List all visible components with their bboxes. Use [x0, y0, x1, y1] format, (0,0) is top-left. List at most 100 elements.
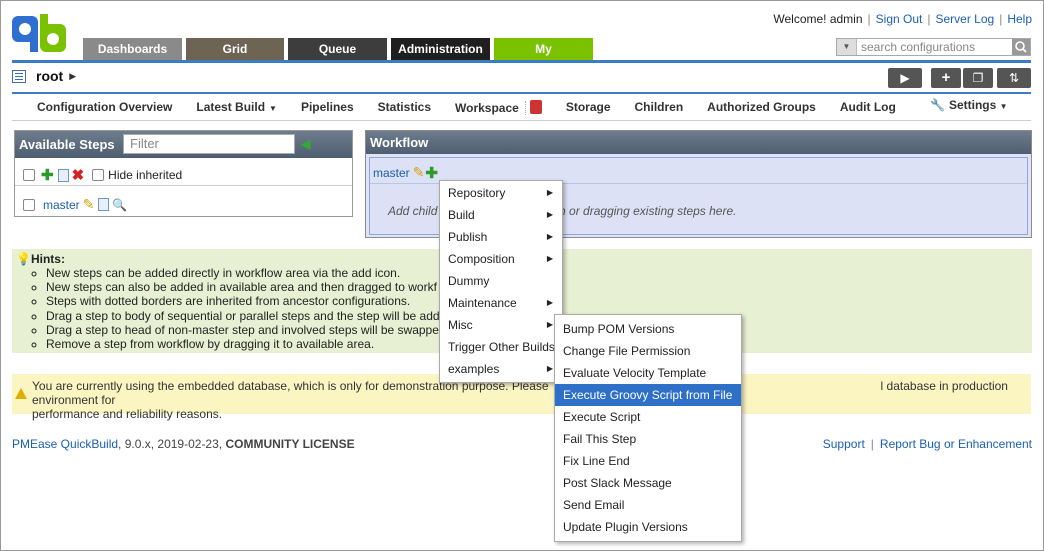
- select-all-checkbox[interactable]: [23, 169, 35, 181]
- menu-item-bump-pom-versions[interactable]: Bump POM Versions: [555, 318, 741, 340]
- search-icon: [1015, 41, 1027, 53]
- copy-icon: ❐: [972, 71, 984, 85]
- menu-item-dummy[interactable]: Dummy: [440, 270, 562, 292]
- list-item: master ✎ 🔍: [15, 186, 352, 216]
- menu-item-execute-script[interactable]: Execute Script: [555, 406, 741, 428]
- menu-item-fix-line-end[interactable]: Fix Line End: [555, 450, 741, 472]
- filter-input[interactable]: Filter: [123, 134, 295, 154]
- menu-item-post-slack-message[interactable]: Post Slack Message: [555, 472, 741, 494]
- header-divider: [12, 60, 1031, 63]
- edit-icon[interactable]: ✎: [83, 196, 95, 213]
- hide-inherited-checkbox[interactable]: [92, 169, 105, 181]
- workflow-hint-start: Add child: [388, 204, 438, 218]
- search-icon[interactable]: 🔍: [112, 198, 127, 212]
- divider: [524, 100, 526, 115]
- search-input[interactable]: search configurations: [861, 40, 975, 54]
- menu-item-maintenance[interactable]: Maintenance ▶: [440, 292, 562, 314]
- tab-grid[interactable]: Grid: [186, 38, 284, 60]
- welcome-text: Welcome! admin: [773, 12, 863, 26]
- menu-item-change-file-permission[interactable]: Change File Permission: [555, 340, 741, 362]
- brand-link[interactable]: PMEase QuickBuild: [12, 437, 118, 451]
- menu-item-build[interactable]: Build ▶: [440, 204, 562, 226]
- chevron-down-icon: ▼: [999, 102, 1008, 111]
- chevron-down-icon: ▼: [269, 104, 277, 113]
- nav-workspace-label: Workspace: [455, 100, 519, 115]
- search-button[interactable]: [1012, 39, 1030, 55]
- chevron-right-icon: ▶: [546, 210, 553, 219]
- workspace-lock-icon[interactable]: [529, 99, 542, 114]
- edit-icon[interactable]: ✎: [413, 164, 425, 181]
- available-steps-panel: Available Steps Filter ◀ ✚ ✖ Hide inheri…: [14, 130, 353, 217]
- nav-storage[interactable]: Storage: [554, 100, 623, 114]
- breadcrumb: root ▶: [12, 66, 76, 86]
- quickbuild-logo[interactable]: [12, 14, 68, 54]
- chevron-right-icon: ▶: [546, 232, 553, 241]
- chevron-right-icon: ▶: [546, 298, 553, 307]
- user-links: Welcome! admin | Sign Out | Server Log | Help: [773, 12, 1032, 26]
- menu-item-send-email[interactable]: Send Email: [555, 494, 741, 516]
- tab-queue[interactable]: Queue: [288, 38, 387, 60]
- nav-configuration-overview[interactable]: Configuration Overview: [12, 100, 184, 114]
- wrench-icon: 🔧: [930, 98, 945, 112]
- footer-info: PMEase QuickBuild, 9.0.x, 2019-02-23, CO…: [12, 437, 355, 451]
- warning-icon: [15, 388, 27, 399]
- configuration-icon: [12, 69, 26, 83]
- server-log-link[interactable]: Server Log: [935, 12, 994, 26]
- nav-authorized-groups[interactable]: Authorized Groups: [695, 100, 828, 114]
- chevron-right-icon[interactable]: ▶: [69, 71, 76, 82]
- menu-item-examples[interactable]: examples ▶: [440, 358, 562, 380]
- help-link[interactable]: Help: [1007, 12, 1032, 26]
- warning-text-2: performance and reliability reasons.: [32, 407, 223, 421]
- tab-my[interactable]: My: [494, 38, 593, 60]
- workflow-step-link[interactable]: master: [373, 166, 410, 180]
- support-link[interactable]: Support: [823, 437, 865, 451]
- tab-administration[interactable]: Administration: [391, 38, 490, 60]
- delete-step-icon[interactable]: ✖: [72, 166, 85, 184]
- hints-title: Hints:: [30, 252, 65, 266]
- apply-filter-icon[interactable]: ◀: [301, 138, 315, 151]
- chevron-right-icon: ▶: [546, 254, 553, 263]
- copy-step-icon[interactable]: [57, 168, 69, 182]
- sort-icon: ⇅: [1008, 71, 1020, 85]
- nav-workspace[interactable]: Workspace: [443, 99, 554, 115]
- available-steps-header: Available Steps Filter ◀: [15, 131, 352, 158]
- configuration-title[interactable]: root: [36, 68, 63, 84]
- search-box[interactable]: ▼ search configurations: [836, 38, 1031, 56]
- misc-submenu: Bump POM Versions Change File Permission…: [554, 314, 742, 542]
- add-configuration-button[interactable]: +: [931, 68, 961, 88]
- menu-item-evaluate-velocity-template[interactable]: Evaluate Velocity Template: [555, 362, 741, 384]
- step-link[interactable]: master: [43, 198, 80, 212]
- chevron-right-icon: ▶: [546, 364, 553, 373]
- menu-item-misc[interactable]: Misc ▶: [440, 314, 562, 336]
- menu-item-repository[interactable]: Repository ▶: [440, 182, 562, 204]
- report-bug-link[interactable]: Report Bug or Enhancement: [880, 437, 1032, 451]
- settings-label: Settings: [948, 98, 997, 112]
- nav-latest-build[interactable]: Latest Build ▼: [184, 100, 289, 114]
- nav-children[interactable]: Children: [623, 100, 696, 114]
- available-steps-toolbar: ✚ ✖ Hide inherited: [15, 158, 352, 186]
- menu-item-execute-groovy-script-from-file[interactable]: Execute Groovy Script from File: [555, 384, 741, 406]
- menu-item-update-plugin-versions[interactable]: Update Plugin Versions: [555, 516, 741, 538]
- tab-dashboards[interactable]: Dashboards: [83, 38, 182, 60]
- nav-latest-build-label: Latest Build: [196, 100, 266, 114]
- step-checkbox[interactable]: [23, 198, 35, 211]
- nav-audit-log[interactable]: Audit Log: [828, 100, 908, 114]
- copy-icon[interactable]: [98, 198, 110, 211]
- menu-item-composition[interactable]: Composition ▶: [440, 248, 562, 270]
- add-step-icon[interactable]: ✚: [41, 166, 54, 184]
- menu-item-trigger-other-builds[interactable]: Trigger Other Builds: [440, 336, 562, 358]
- sign-out-link[interactable]: Sign Out: [876, 12, 923, 26]
- chevron-right-icon: ▶: [546, 188, 553, 197]
- add-child-icon[interactable]: ✚: [425, 164, 438, 182]
- menu-item-fail-this-step[interactable]: Fail This Step: [555, 428, 741, 450]
- play-icon: ▶: [900, 71, 910, 85]
- nav-statistics[interactable]: Statistics: [366, 100, 443, 114]
- nav-pipelines[interactable]: Pipelines: [289, 100, 366, 114]
- search-scope-dropdown[interactable]: ▼: [837, 39, 857, 55]
- sort-button[interactable]: ⇅: [997, 68, 1031, 88]
- add-step-menu: Repository ▶ Build ▶ Publish ▶ Composition ▶…: [439, 180, 563, 383]
- copy-configuration-button[interactable]: ❐: [963, 68, 993, 88]
- settings-menu[interactable]: 🔧 Settings ▼: [930, 98, 1008, 112]
- menu-item-publish[interactable]: Publish ▶: [440, 226, 562, 248]
- run-build-button[interactable]: ▶: [888, 68, 922, 88]
